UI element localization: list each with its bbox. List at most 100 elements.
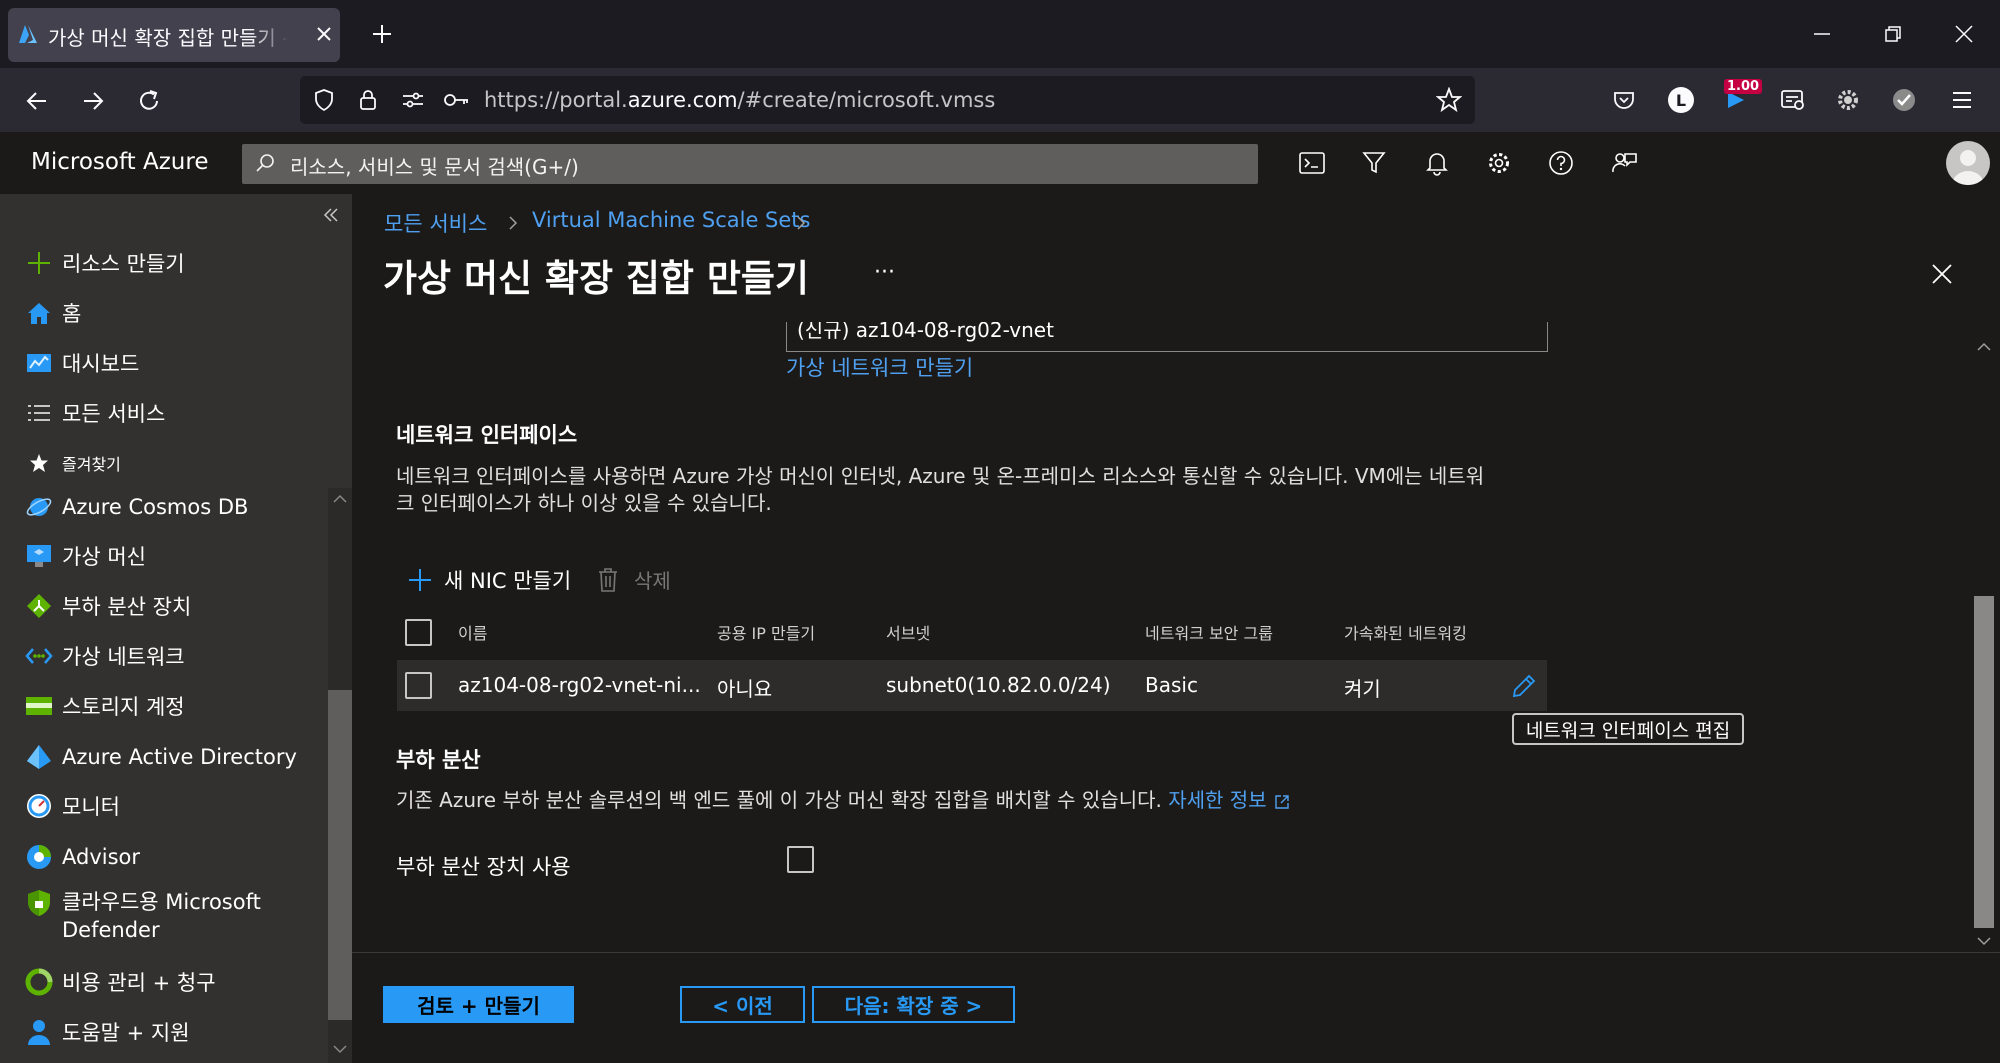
row-checkbox[interactable]	[405, 672, 432, 699]
sidebar-item-home[interactable]: 홈	[24, 293, 324, 333]
extension-gear-icon[interactable]	[1836, 88, 1860, 112]
use-lb-checkbox[interactable]	[787, 846, 814, 873]
monitor-icon	[24, 791, 54, 821]
sidebar-scroll-thumb[interactable]	[328, 690, 352, 1020]
screenshot-icon[interactable]	[1780, 88, 1806, 112]
next-button[interactable]: 다음: 확장 중 >	[812, 986, 1015, 1023]
sidebar-item-dashboard[interactable]: 대시보드	[24, 343, 324, 383]
sidebar-scroll-down-icon[interactable]	[331, 1042, 349, 1056]
close-tab-icon[interactable]	[314, 24, 334, 44]
sidebar-item-advisor[interactable]: Advisor	[24, 837, 324, 877]
column-header-subnet[interactable]: 서브넷	[886, 620, 930, 644]
key-icon[interactable]	[442, 88, 470, 112]
sidebar-item-load-balancers[interactable]: 부하 분산 장치	[24, 586, 324, 626]
help-icon[interactable]	[1548, 150, 1574, 176]
breadcrumb-vmss[interactable]: Virtual Machine Scale Sets	[532, 208, 810, 232]
notifications-bell-icon[interactable]	[1424, 150, 1450, 176]
column-header-nsg[interactable]: 네트워크 보안 그룹	[1145, 620, 1273, 644]
favorites-label: 즐겨찾기	[62, 455, 121, 474]
create-vnet-link[interactable]: 가상 네트워크 만들기	[786, 352, 973, 382]
back-icon[interactable]	[24, 88, 50, 114]
column-header-public-ip[interactable]: 공용 IP 만들기	[717, 620, 815, 644]
url-text[interactable]: https://portal.azure.com/#create/microso…	[484, 88, 995, 112]
sidebar-item-label: 모니터	[62, 795, 120, 819]
sidebar-item-virtual-networks[interactable]: 가상 네트워크	[24, 636, 324, 676]
breadcrumb-all-services[interactable]: 모든 서비스	[384, 208, 487, 238]
storage-icon	[24, 691, 54, 721]
lb-section-title: 부하 분산	[396, 748, 481, 772]
sidebar-item-all-services[interactable]: 모든 서비스	[24, 393, 324, 433]
directory-filter-icon[interactable]	[1360, 150, 1388, 176]
cloud-shell-icon[interactable]	[1298, 150, 1326, 176]
browser-tab-active[interactable]: 가상 머신 확장 집합 만들기 - Microsoft Azure	[8, 8, 340, 62]
more-options-button[interactable]: ···	[874, 260, 895, 285]
download-badge: 1.00	[1724, 79, 1763, 94]
sidebar-scroll-up-icon[interactable]	[331, 492, 349, 506]
sidebar-item-help-support[interactable]: 도움말 + 지원	[24, 1012, 324, 1052]
lb-desc-text: 기존 Azure 부하 분산 솔루션의 백 엔드 풀에 이 가상 머신 확장 집…	[396, 788, 1162, 812]
permissions-icon[interactable]	[400, 88, 426, 112]
nic-desc-line2: 크 인터페이스가 하나 이상 있을 수 있습니다.	[396, 491, 772, 515]
sidebar-item-storage-accounts[interactable]: 스토리지 계정	[24, 686, 324, 726]
sidebar-item-monitor[interactable]: 모니터	[24, 786, 324, 826]
review-create-button[interactable]: 검토 + 만들기	[383, 986, 574, 1023]
sidebar-item-label: Azure Cosmos DB	[62, 495, 249, 519]
nic-section-description: 네트워크 인터페이스를 사용하면 Azure 가상 머신이 인터넷, Azure…	[396, 463, 1696, 517]
dashboard-icon	[24, 348, 54, 378]
sidebar-item-virtual-machines[interactable]: 가상 머신	[24, 536, 324, 576]
previous-button[interactable]: < 이전	[680, 986, 805, 1023]
page-title: 가상 머신 확장 집합 만들기	[383, 257, 809, 300]
search-placeholder: 리소스, 서비스 및 문서 검색(G+/)	[290, 155, 579, 179]
sidebar-item-label: 가상 머신	[62, 545, 146, 569]
sidebar-item-label: 홈	[62, 302, 82, 326]
column-header-accelerated[interactable]: 가속화된 네트워킹	[1344, 620, 1467, 644]
defender-label-line2: Defender	[62, 918, 160, 942]
sidebar-item-label: Azure Active Directory	[62, 745, 297, 769]
restore-window-icon[interactable]	[1881, 22, 1905, 46]
brand-logo[interactable]: Microsoft Azure	[31, 149, 208, 175]
virtual-network-icon	[24, 641, 54, 671]
account-avatar[interactable]: L	[1668, 87, 1694, 113]
minimize-window-icon[interactable]	[1810, 22, 1834, 46]
plus-icon	[24, 248, 54, 278]
bookmark-star-icon[interactable]	[1436, 87, 1462, 113]
edit-nic-tooltip: 네트워크 인터페이스 편집	[1512, 713, 1744, 745]
feedback-icon[interactable]	[1610, 150, 1638, 176]
external-link-icon	[1273, 793, 1291, 811]
defender-label-line1: 클라우드용 Microsoft	[62, 890, 261, 914]
vnet-dropdown[interactable]: (신규) az104-08-rg02-vnet	[786, 322, 1548, 352]
sidebar-item-label: 클라우드용 Microsoft Defender	[62, 888, 261, 944]
user-avatar[interactable]	[1946, 141, 1990, 185]
sidebar-item-label: 비용 관리 + 청구	[62, 971, 216, 995]
star-icon	[24, 448, 54, 478]
sidebar-item-create-resource[interactable]: 리소스 만들기	[24, 243, 324, 283]
app-menu-icon[interactable]	[1950, 88, 1974, 112]
sidebar-item-defender[interactable]: 클라우드용 Microsoft Defender	[24, 888, 324, 948]
lock-icon[interactable]	[356, 88, 380, 112]
main-scroll-up-icon[interactable]	[1975, 340, 1993, 354]
select-all-checkbox[interactable]	[405, 619, 432, 646]
new-tab-icon[interactable]	[370, 22, 394, 46]
main-scroll-down-icon[interactable]	[1975, 934, 1993, 948]
collapse-sidebar-icon[interactable]	[322, 206, 340, 224]
extension-check-icon[interactable]	[1892, 88, 1916, 112]
main-scroll-thumb[interactable]	[1974, 596, 1994, 928]
close-window-icon[interactable]	[1952, 22, 1976, 46]
edit-pencil-icon[interactable]	[1510, 672, 1538, 700]
sidebar-item-active-directory[interactable]: Azure Active Directory	[24, 737, 324, 777]
forward-icon[interactable]	[80, 88, 106, 114]
column-header-name[interactable]: 이름	[458, 620, 487, 644]
shield-icon[interactable]	[312, 88, 336, 112]
sidebar-item-cosmos-db[interactable]: Azure Cosmos DB	[24, 487, 324, 527]
create-nic-button[interactable]: 새 NIC 만들기	[406, 565, 571, 595]
learn-more-label: 자세한 정보	[1168, 788, 1267, 812]
reload-icon[interactable]	[136, 88, 162, 114]
close-blade-icon[interactable]	[1930, 262, 1954, 286]
sidebar-item-label: 도움말 + 지원	[62, 1021, 190, 1045]
sidebar-item-cost-management[interactable]: 비용 관리 + 청구	[24, 962, 324, 1002]
learn-more-link[interactable]: 자세한 정보	[1168, 788, 1291, 812]
delete-nic-button[interactable]: 삭제	[596, 565, 671, 594]
sidebar-favorites-header: 즐겨찾기	[24, 443, 324, 483]
settings-gear-icon[interactable]	[1486, 150, 1512, 176]
pocket-icon[interactable]	[1612, 88, 1636, 112]
